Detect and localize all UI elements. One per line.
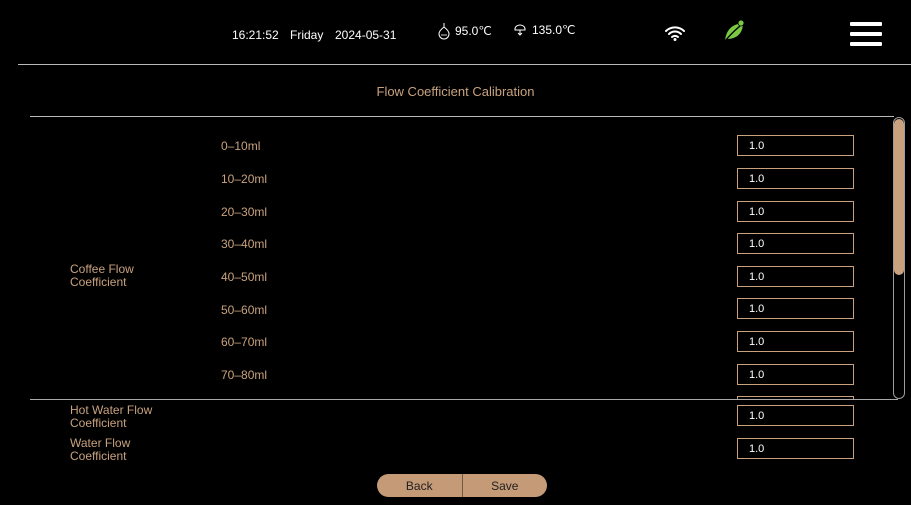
- water-coefficient-input[interactable]: [737, 438, 854, 459]
- header-divider: [18, 64, 911, 65]
- coffee-group-label: Coffee Flow Coefficient: [70, 263, 190, 289]
- coffee-coefficient-input[interactable]: [737, 331, 854, 352]
- wifi-icon[interactable]: [665, 25, 685, 41]
- coffee-range-label: 70–80ml: [221, 368, 268, 382]
- save-button[interactable]: Save: [462, 474, 547, 497]
- coffee-coefficient-input[interactable]: [737, 233, 854, 254]
- steam-temp-icon: [438, 23, 450, 40]
- coffee-group-label-line2: Coefficient: [70, 275, 127, 289]
- boiler-temp-icon: [514, 24, 526, 36]
- hot-water-flow-label-line2: Coefficient: [70, 416, 127, 430]
- list-divider: [30, 399, 898, 400]
- coffee-coefficient-input[interactable]: [737, 201, 854, 222]
- water-flow-label-line2: Coefficient: [70, 449, 127, 463]
- coffee-range-label: 60–70ml: [221, 335, 268, 349]
- action-buttons: Back Save: [377, 474, 547, 497]
- coffee-coefficient-input[interactable]: [737, 266, 854, 287]
- hot-water-flow-label: Hot Water Flow Coefficient: [70, 404, 210, 430]
- coffee-range-label: 50–60ml: [221, 303, 268, 317]
- coffee-range-label: 10–20ml: [221, 172, 268, 186]
- coffee-range-label: 40–50ml: [221, 270, 268, 284]
- hot-water-coefficient-input[interactable]: [737, 405, 854, 426]
- back-button[interactable]: Back: [377, 474, 463, 497]
- steam-temp: 95.0℃: [437, 22, 492, 40]
- status-date: 2024-05-31: [335, 28, 397, 42]
- steam-temp-value: 95.0℃: [455, 24, 492, 38]
- coffee-coefficient-input[interactable]: [737, 168, 854, 189]
- screen: 16:21:52 Friday 2024-05-31 95.0℃ 135.0℃: [0, 0, 911, 505]
- hamburger-menu-icon[interactable]: [850, 22, 882, 52]
- status-day: Friday: [290, 28, 324, 42]
- coffee-coefficient-input[interactable]: [737, 135, 854, 156]
- water-flow-label: Water Flow Coefficient: [70, 437, 210, 463]
- status-time: 16:21:52: [232, 28, 279, 42]
- scrollbar-thumb[interactable]: [894, 119, 904, 275]
- coffee-coefficient-input[interactable]: [737, 298, 854, 319]
- status-bar: 16:21:52 Friday 2024-05-31 95.0℃ 135.0℃: [0, 0, 911, 64]
- page-title: Flow Coefficient Calibration: [376, 84, 535, 99]
- boiler-temp: 135.0℃: [512, 22, 576, 38]
- coffee-range-label: 0–10ml: [221, 139, 261, 153]
- coffee-range-label: 20–30ml: [221, 205, 268, 219]
- leaf-icon[interactable]: [722, 18, 748, 44]
- coffee-coefficient-input[interactable]: [737, 364, 854, 385]
- coffee-range-label: 30–40ml: [221, 237, 268, 251]
- boiler-temp-value: 135.0℃: [532, 23, 576, 37]
- coffee-coefficient-list[interactable]: Coffee Flow Coefficient 0–10ml 10–20ml 2…: [30, 117, 898, 399]
